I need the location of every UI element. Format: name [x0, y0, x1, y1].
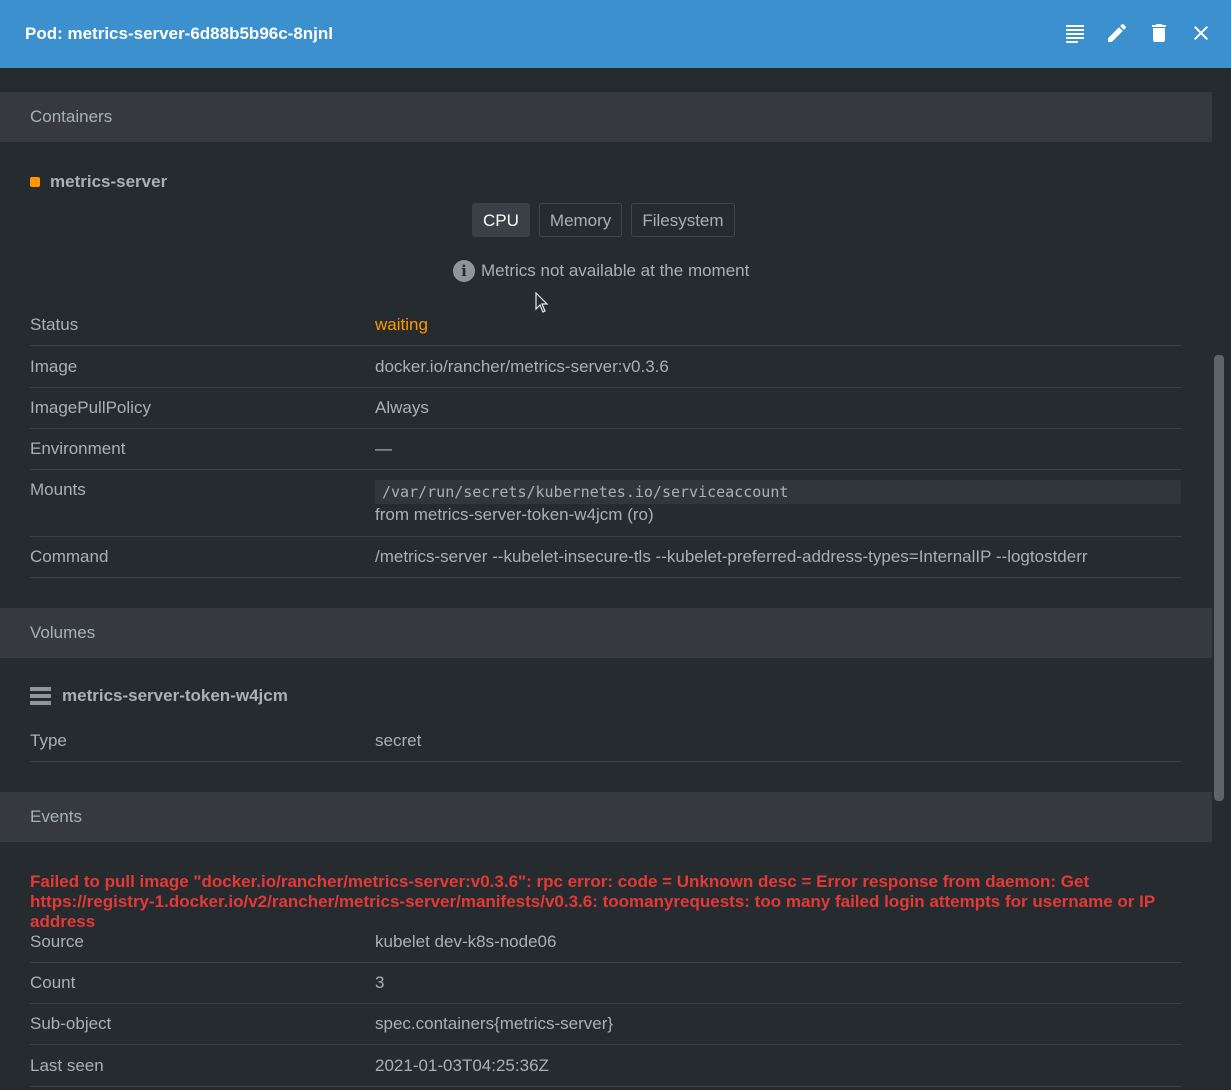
logs-button[interactable] [1059, 17, 1091, 49]
scrollbar[interactable] [1214, 355, 1224, 801]
mounts-row: Mounts /var/run/secrets/kubernetes.io/se… [30, 480, 1182, 537]
event-source-key: Source [30, 932, 84, 951]
mount-source: from metrics-server-token-w4jcm (ro) [375, 505, 654, 524]
event-last-seen-row: Last seen 2021-01-03T04:25:36Z [30, 1056, 1182, 1087]
container-name: metrics-server [30, 172, 167, 192]
event-last-seen-key: Last seen [30, 1056, 104, 1075]
edit-button[interactable] [1101, 17, 1133, 49]
delete-button[interactable] [1143, 17, 1175, 49]
pull-policy-key: ImagePullPolicy [30, 398, 151, 417]
status-key: Status [30, 315, 79, 334]
metrics-notice: i Metrics not available at the moment [453, 260, 749, 282]
image-key: Image [30, 357, 78, 376]
delete-icon [1152, 24, 1166, 42]
event-source-row: Source kubelet dev-k8s-node06 [30, 932, 1182, 963]
event-source-value: kubelet dev-k8s-node06 [375, 932, 557, 951]
event-count-key: Count [30, 973, 76, 992]
metrics-notice-text: Metrics not available at the moment [481, 261, 750, 280]
image-row: Image docker.io/rancher/metrics-server:v… [30, 357, 1182, 388]
logs-icon [1066, 25, 1084, 43]
containers-section-title: Containers [0, 92, 1212, 142]
close-button[interactable] [1185, 17, 1217, 49]
tab-memory[interactable]: Memory [538, 203, 623, 237]
event-error-message: Failed to pull image "docker.io/rancher/… [30, 872, 1155, 931]
volume-type-row: Type secret [30, 731, 1182, 762]
mounts-value: /var/run/secrets/kubernetes.io/serviceac… [375, 480, 1181, 525]
header-actions [1059, 17, 1217, 49]
environment-row: Environment — [30, 439, 1182, 470]
volume-name-label: metrics-server-token-w4jcm [62, 686, 288, 705]
volume-type-value: secret [375, 731, 422, 750]
command-key: Command [30, 547, 109, 566]
tab-cpu[interactable]: CPU [472, 203, 530, 237]
event-last-seen-value: 2021-01-03T04:25:36Z [375, 1056, 549, 1075]
event-count-row: Count 3 [30, 973, 1182, 1004]
volume-type-key: Type [30, 731, 67, 750]
page-title: Pod: metrics-server-6d88b5b96c-8njnl [25, 24, 334, 43]
close-icon [1194, 26, 1208, 40]
drawer-header: Pod: metrics-server-6d88b5b96c-8njnl [0, 0, 1231, 68]
environment-key: Environment [30, 439, 126, 458]
pull-policy-row: ImagePullPolicy Always [30, 398, 1182, 429]
container-status-dot [30, 177, 40, 187]
volumes-section-title: Volumes [0, 608, 1212, 658]
metrics-tabs: CPU Memory Filesystem [472, 203, 735, 237]
event-subobject-row: Sub-object spec.containers{metrics-serve… [30, 1014, 1182, 1045]
container-name-label: metrics-server [50, 172, 168, 191]
event-subobject-key: Sub-object [30, 1014, 112, 1033]
event-subobject-value: spec.containers{metrics-server} [375, 1014, 614, 1033]
status-value: waiting [375, 315, 428, 334]
mount-path: /var/run/secrets/kubernetes.io/serviceac… [375, 480, 1181, 504]
edit-icon [1108, 23, 1127, 42]
status-row: Status waiting [30, 315, 1182, 346]
drawer-content[interactable]: Containers metrics-server CPU Memory Fil… [0, 68, 1212, 1090]
volume-name: metrics-server-token-w4jcm [30, 686, 288, 706]
event-count-value: 3 [375, 973, 385, 992]
environment-value: — [375, 439, 392, 458]
tab-filesystem[interactable]: Filesystem [631, 203, 735, 237]
mouse-cursor-icon [535, 292, 549, 313]
pull-policy-value: Always [375, 398, 429, 417]
command-row: Command /metrics-server --kubelet-insecu… [30, 547, 1182, 578]
mounts-key: Mounts [30, 480, 86, 499]
storage-icon [30, 687, 51, 705]
info-icon: i [453, 260, 475, 282]
image-value: docker.io/rancher/metrics-server:v0.3.6 [375, 357, 669, 376]
events-section-title: Events [0, 792, 1212, 842]
command-value: /metrics-server --kubelet-insecure-tls -… [375, 547, 1088, 566]
